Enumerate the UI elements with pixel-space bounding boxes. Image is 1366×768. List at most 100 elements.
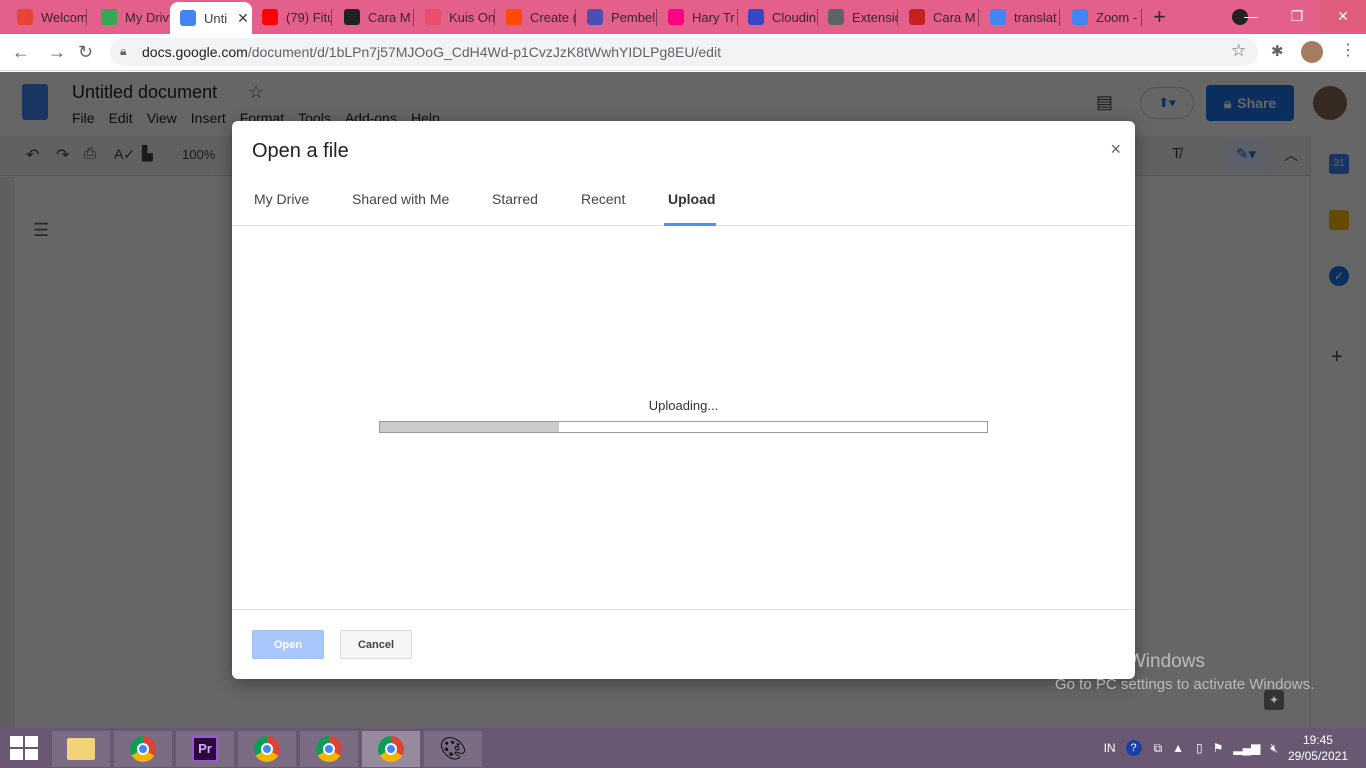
- battery-icon[interactable]: ▯: [1196, 741, 1203, 755]
- chrome-icon: [254, 736, 280, 762]
- restore-button[interactable]: ❐: [1274, 0, 1320, 32]
- open-file-dialog: Open a file × My Drive Shared with Me St…: [232, 121, 1135, 679]
- tab-separator: [575, 9, 576, 26]
- help-icon[interactable]: ?: [1125, 740, 1142, 756]
- minimize-button[interactable]: —: [1228, 0, 1274, 32]
- tab-my-drive[interactable]: My Drive: [254, 191, 309, 207]
- activate-windows-title: Activate Windows: [1055, 651, 1205, 672]
- display-icon[interactable]: ⧉: [1154, 741, 1163, 756]
- clock[interactable]: 19:45 29/05/2021: [1288, 732, 1348, 764]
- browser-tab[interactable]: Unti ✕: [170, 2, 252, 34]
- tab-title: Extensic: [852, 9, 898, 25]
- browser-tab[interactable]: Cloudin: [738, 0, 818, 34]
- browser-tab[interactable]: Hary Tr: [658, 0, 738, 34]
- folder-icon: [67, 738, 95, 760]
- chrome-icon: [378, 736, 404, 762]
- start-button[interactable]: [10, 736, 38, 760]
- chrome-icon: [316, 736, 342, 762]
- tab-title: (79) Fitu: [286, 9, 332, 25]
- x-icon: [909, 9, 925, 25]
- browser-tab[interactable]: (79) Fitu: [252, 0, 332, 34]
- url-text[interactable]: docs.google.com/document/d/1bLPn7j57MJOo…: [142, 44, 721, 60]
- tab-recent[interactable]: Recent: [581, 191, 625, 207]
- close-tab-icon[interactable]: ✕: [237, 10, 249, 27]
- quiz-icon: [425, 9, 441, 25]
- tab-starred[interactable]: Starred: [492, 191, 538, 207]
- tab-separator: [1059, 9, 1060, 26]
- action-center-flag-icon[interactable]: ⚑: [1213, 741, 1224, 755]
- upload-progress-fill: [380, 422, 560, 432]
- url-domain: docs.google.com: [142, 44, 248, 60]
- browser-menu-icon[interactable]: ⋮: [1340, 40, 1356, 60]
- browser-tab[interactable]: Kuis On: [415, 0, 495, 34]
- browser-tab[interactable]: Pembel: [577, 0, 657, 34]
- zapier-icon: [506, 9, 522, 25]
- tab-separator: [331, 9, 332, 26]
- browser-tab[interactable]: Create (: [496, 0, 576, 34]
- bookmark-star-icon[interactable]: ☆: [1231, 41, 1246, 61]
- tab-title: My Driv: [125, 9, 170, 25]
- tab-separator: [656, 9, 657, 26]
- show-hidden-icons[interactable]: ▲: [1172, 741, 1184, 755]
- system-tray: IN ? ⧉ ▲ ▯ ⚑ ▂▄▆ 🔇︎ 19:45 29/05/2021: [1104, 728, 1366, 768]
- close-window-button[interactable]: ✕: [1320, 0, 1366, 32]
- open-button[interactable]: Open: [252, 630, 324, 659]
- tab-separator: [978, 9, 979, 26]
- paint-taskbar-button[interactable]: 🎨︎: [424, 731, 482, 767]
- flickr-icon: [668, 9, 684, 25]
- clock-time: 19:45: [1302, 733, 1333, 747]
- browser-tab-strip: Welcom My Driv Unti ✕ (79) Fitu Cara M Kuis On…: [0, 0, 1366, 34]
- upload-progress-bar: [379, 421, 988, 433]
- language-indicator[interactable]: IN: [1104, 741, 1116, 755]
- browser-tab[interactable]: Zoom -: [1062, 0, 1142, 34]
- window-controls: — ❐ ✕: [1228, 0, 1366, 32]
- browser-tab[interactable]: translat: [980, 0, 1060, 34]
- tab-title: Hary Tr: [692, 9, 735, 25]
- browser-tab[interactable]: Cara M: [334, 0, 414, 34]
- new-tab-button[interactable]: +: [1153, 4, 1166, 30]
- extensions-icon[interactable]: ✱: [1271, 42, 1284, 60]
- premiere-taskbar-button[interactable]: Pr: [176, 731, 234, 767]
- docs-icon: [180, 10, 196, 26]
- tab-separator: [897, 9, 898, 26]
- chrome-active-button[interactable]: [362, 731, 420, 767]
- explore-icon[interactable]: ✦: [1264, 690, 1284, 710]
- file-explorer-button[interactable]: [52, 731, 110, 767]
- chrome-profile-3-button[interactable]: [300, 731, 358, 767]
- chrome-icon: [130, 736, 156, 762]
- browser-tab[interactable]: My Driv: [91, 0, 171, 34]
- close-dialog-button[interactable]: ×: [1110, 139, 1121, 160]
- profile-avatar[interactable]: [1301, 41, 1323, 63]
- back-icon[interactable]: ←: [12, 42, 30, 63]
- tab-separator: [86, 9, 87, 26]
- tab-title: Cara M: [933, 9, 976, 25]
- gmail-icon: [17, 9, 33, 25]
- form-icon: [587, 9, 603, 25]
- chrome-taskbar-button[interactable]: [114, 731, 172, 767]
- tab-title: Zoom -: [1096, 9, 1138, 25]
- tab-separator: [494, 9, 495, 26]
- browser-tab[interactable]: Welcom: [7, 0, 87, 34]
- tab-title: translat: [1014, 9, 1057, 25]
- app-icon: [344, 9, 360, 25]
- paint-palette-icon: 🎨︎: [439, 736, 467, 761]
- forward-icon[interactable]: →: [48, 42, 66, 63]
- cancel-button[interactable]: Cancel: [340, 630, 412, 659]
- dialog-tabs: My Drive Shared with Me Starred Recent U…: [232, 181, 1135, 226]
- tab-title: Cara M: [368, 9, 411, 25]
- chrome-profile-2-button[interactable]: [238, 731, 296, 767]
- active-tab-indicator: [664, 223, 716, 226]
- browser-tab[interactable]: Extensic: [818, 0, 898, 34]
- network-icon[interactable]: ▂▄▆: [1233, 741, 1260, 755]
- clock-date: 29/05/2021: [1287, 749, 1348, 763]
- tab-title: Welcom: [41, 9, 87, 25]
- tab-shared-with-me[interactable]: Shared with Me: [352, 191, 449, 207]
- browser-tab[interactable]: Cara M: [899, 0, 979, 34]
- tab-upload[interactable]: Upload: [668, 191, 715, 207]
- tab-title: Unti: [204, 10, 228, 26]
- url-path: /document/d/1bLPn7j57MJOoG_CdH4Wd-p1CvzJ…: [247, 44, 721, 60]
- reload-icon[interactable]: ↻: [78, 42, 93, 63]
- volume-muted-icon[interactable]: 🔇︎: [1270, 741, 1278, 756]
- lock-icon: 🔒︎: [120, 44, 127, 58]
- youtube-icon: [262, 9, 278, 25]
